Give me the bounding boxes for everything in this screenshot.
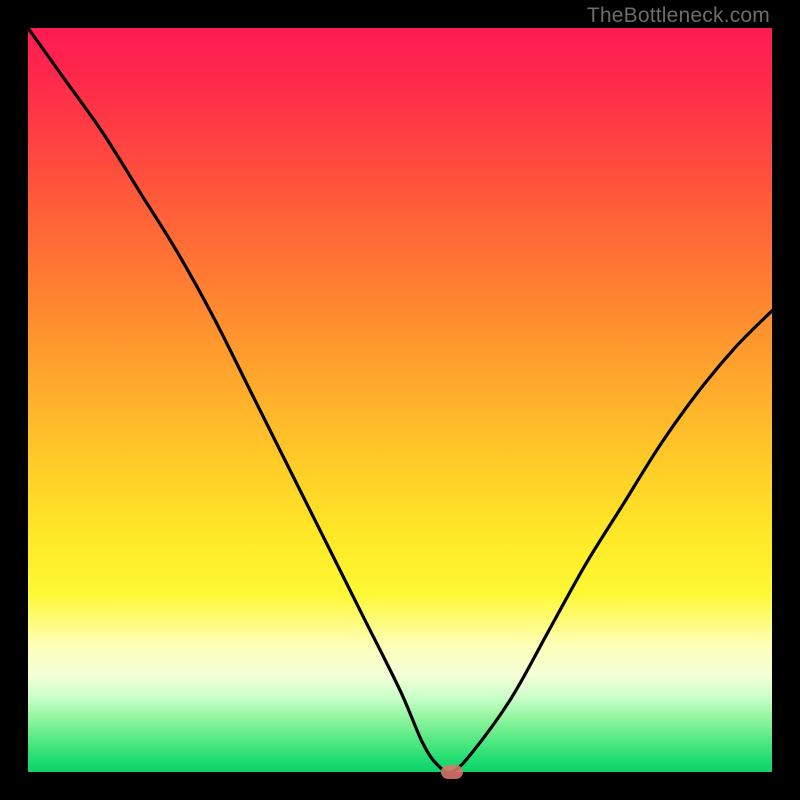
watermark-text: TheBottleneck.com [587, 4, 770, 28]
optimal-point-marker [441, 765, 463, 779]
bottleneck-curve [28, 28, 772, 772]
chart-frame: TheBottleneck.com [0, 0, 800, 800]
plot-area [28, 28, 772, 772]
